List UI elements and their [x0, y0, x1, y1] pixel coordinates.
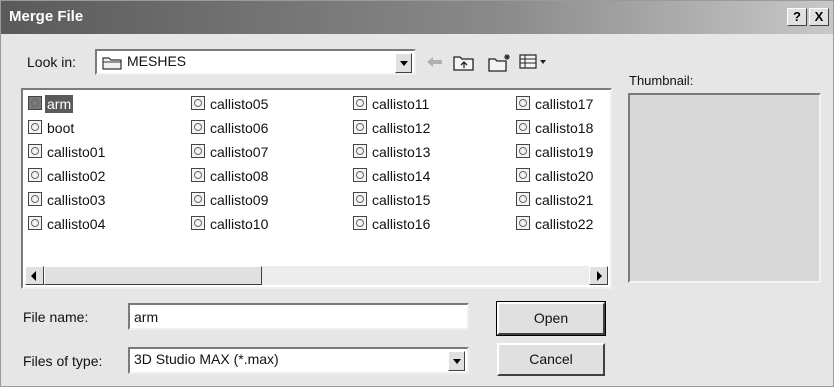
max-file-icon — [516, 96, 530, 110]
max-file-icon — [516, 144, 530, 158]
max-file-icon — [353, 96, 367, 110]
max-file-icon — [353, 192, 367, 206]
look-in-value: MESHES — [127, 53, 187, 69]
max-file-icon — [353, 144, 367, 158]
max-file-icon — [516, 216, 530, 230]
cancel-button[interactable]: Cancel — [497, 343, 605, 376]
view-menu-icon[interactable] — [519, 53, 551, 71]
max-file-icon — [28, 120, 42, 134]
max-file-icon — [191, 216, 205, 230]
max-file-icon — [353, 216, 367, 230]
max-file-icon — [191, 96, 205, 110]
max-file-icon — [191, 120, 205, 134]
thumbnail-preview — [628, 93, 821, 283]
files-of-type-value: 3D Studio MAX (*.max) — [134, 351, 279, 367]
open-button[interactable]: Open — [496, 301, 606, 336]
max-file-icon — [353, 120, 367, 134]
files-of-type-dropdown[interactable]: 3D Studio MAX (*.max) — [128, 347, 469, 374]
new-folder-icon[interactable] — [488, 53, 512, 73]
file-name-label: File name: — [23, 309, 89, 325]
max-file-icon — [516, 192, 530, 206]
title-bar[interactable]: Merge File ? X — [1, 1, 833, 34]
max-file-icon — [191, 168, 205, 182]
max-file-icon — [28, 96, 42, 110]
merge-file-dialog: Merge File ? X Look in: MESHES arm boot … — [0, 0, 834, 387]
scroll-right-icon[interactable] — [589, 266, 608, 285]
file-list[interactable]: arm boot callisto01 callisto02 callisto0… — [21, 88, 612, 289]
help-button[interactable]: ? — [787, 8, 807, 26]
max-file-icon — [516, 120, 530, 134]
look-in-label: Look in: — [27, 54, 77, 70]
max-file-icon — [516, 168, 530, 182]
max-file-icon — [28, 168, 42, 182]
up-folder-icon[interactable] — [453, 53, 475, 71]
chevron-down-icon[interactable] — [448, 351, 465, 371]
close-button[interactable]: X — [809, 8, 829, 26]
scroll-left-icon[interactable] — [25, 266, 44, 285]
files-of-type-label: Files of type: — [23, 353, 103, 369]
thumbnail-label: Thumbnail: — [629, 73, 694, 88]
max-file-icon — [28, 192, 42, 206]
max-file-icon — [191, 144, 205, 158]
folder-icon — [102, 57, 122, 70]
horizontal-scrollbar[interactable] — [25, 266, 608, 285]
back-arrow-icon[interactable] — [424, 53, 444, 71]
file-name-input[interactable]: arm — [128, 303, 469, 330]
max-file-icon — [28, 216, 42, 230]
chevron-down-icon[interactable] — [395, 53, 412, 73]
window-title: Merge File — [9, 8, 84, 25]
max-file-icon — [28, 144, 42, 158]
max-file-icon — [191, 192, 205, 206]
max-file-icon — [353, 168, 367, 182]
look-in-dropdown[interactable]: MESHES — [95, 49, 416, 75]
scrollbar-thumb[interactable] — [44, 266, 262, 285]
